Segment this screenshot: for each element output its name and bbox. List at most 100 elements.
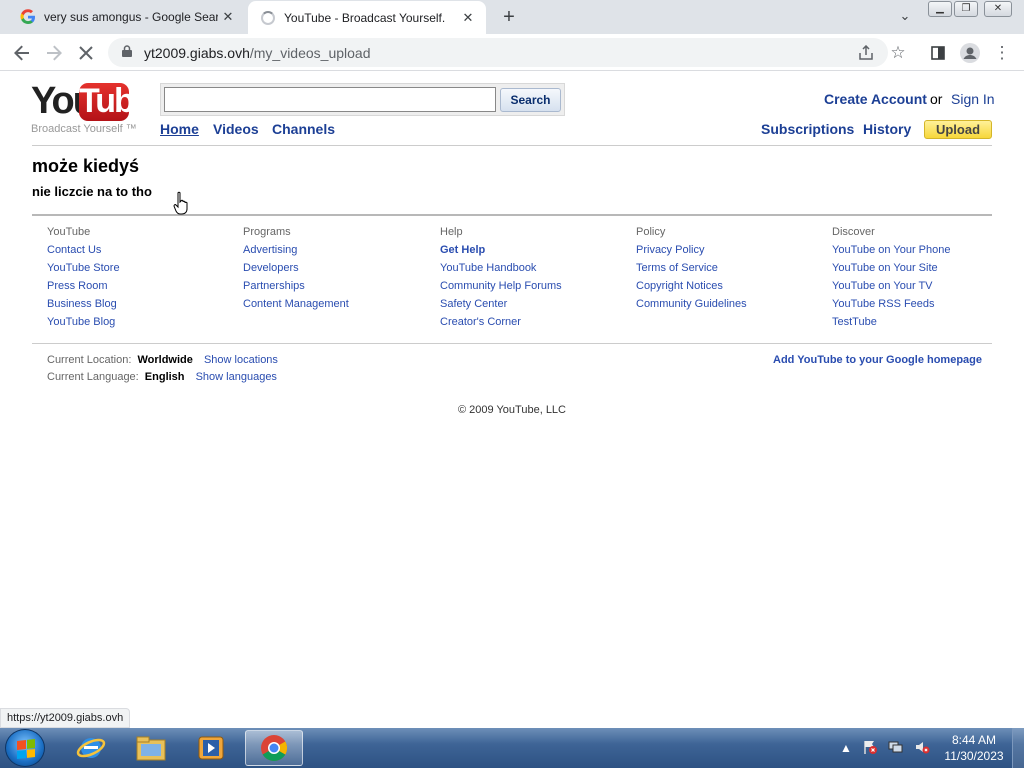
- subscriptions-link[interactable]: Subscriptions: [761, 121, 854, 137]
- footer-link-get-help[interactable]: Get Help: [440, 243, 562, 261]
- system-clock[interactable]: 8:44 AM 11/30/2023: [938, 732, 1010, 764]
- forward-icon[interactable]: [42, 41, 66, 65]
- footer-link-press-room[interactable]: Press Room: [47, 279, 120, 297]
- sign-in-link[interactable]: Sign In: [951, 91, 995, 107]
- footer-link-content-management[interactable]: Content Management: [243, 297, 349, 315]
- add-to-google-homepage-link[interactable]: Add YouTube to your Google homepage: [773, 354, 982, 366]
- footer-link-advertising[interactable]: Advertising: [243, 243, 349, 261]
- footer-column-head: Help: [440, 226, 463, 238]
- back-icon[interactable]: [10, 41, 34, 65]
- footer-link-terms-of-service[interactable]: Terms of Service: [636, 261, 747, 279]
- nav-home[interactable]: Home: [160, 121, 199, 137]
- header-divider: [32, 145, 992, 146]
- action-center-icon[interactable]: [862, 739, 878, 758]
- logo-tagline: Broadcast Yourself ™: [31, 123, 137, 135]
- menu-kebab-icon[interactable]: ⋮: [990, 41, 1014, 65]
- close-window-button[interactable]: ✕: [984, 1, 1012, 17]
- search-button[interactable]: Search: [500, 88, 561, 112]
- logo-tube: Tube: [79, 82, 152, 121]
- close-tab-icon[interactable]: ✕: [458, 8, 478, 28]
- footer-link-safety-center[interactable]: Safety Center: [440, 297, 562, 315]
- footer-column-policy: Policy Privacy Policy Terms of Service C…: [636, 225, 747, 315]
- lock-icon[interactable]: [122, 45, 134, 60]
- footer-link-youtube-on-site[interactable]: YouTube on Your Site: [832, 261, 950, 279]
- upload-button[interactable]: Upload: [924, 120, 992, 139]
- status-bar-url: https://yt2009.giabs.ovh: [0, 708, 131, 728]
- footer-column-programs: Programs Advertising Developers Partners…: [243, 225, 349, 315]
- show-hidden-icons-icon[interactable]: ▲: [840, 741, 852, 755]
- tab-title: YouTube - Broadcast Yourself.: [284, 10, 446, 25]
- tab-strip: very sus amongus - Google Search ✕ YouTu…: [0, 0, 1024, 34]
- footer-link-testtube[interactable]: TestTube: [832, 315, 950, 333]
- media-player-icon[interactable]: [182, 730, 240, 766]
- show-desktop-button[interactable]: [1012, 728, 1024, 768]
- file-explorer-icon[interactable]: [122, 730, 180, 766]
- footer-link-partnerships[interactable]: Partnerships: [243, 279, 349, 297]
- nav-videos[interactable]: Videos: [213, 121, 259, 137]
- hand-cursor-icon: [173, 191, 188, 215]
- tab-google-search[interactable]: very sus amongus - Google Search ✕: [8, 0, 246, 34]
- create-account-link[interactable]: Create Account: [824, 91, 927, 107]
- windows-taskbar: ▲ 8:44 AM 11/30/2023: [0, 728, 1024, 768]
- close-tab-icon[interactable]: ✕: [218, 7, 238, 27]
- current-location: Current Location: Worldwide Show locatio…: [47, 354, 278, 366]
- profile-avatar-icon[interactable]: [958, 41, 982, 65]
- minimize-button[interactable]: ▁: [928, 1, 952, 17]
- browser-toolbar: yt2009.giabs.ovh/my_videos_upload ☆ ⋮: [0, 34, 1024, 71]
- internet-explorer-icon[interactable]: [62, 730, 120, 766]
- clock-date: 11/30/2023: [944, 749, 1004, 763]
- footer-link-community-guidelines[interactable]: Community Guidelines: [636, 297, 747, 315]
- new-tab-button[interactable]: +: [498, 6, 520, 28]
- footer-link-developers[interactable]: Developers: [243, 261, 349, 279]
- stop-loading-icon[interactable]: [74, 41, 98, 65]
- volume-muted-icon[interactable]: [914, 739, 930, 758]
- footer-link-youtube-on-phone[interactable]: YouTube on Your Phone: [832, 243, 950, 261]
- footer-column-head: YouTube: [47, 226, 91, 238]
- footer-column-discover: Discover YouTube on Your Phone YouTube o…: [832, 225, 950, 333]
- system-tray: ▲: [840, 728, 940, 768]
- footer-link-privacy-policy[interactable]: Privacy Policy: [636, 243, 747, 261]
- google-icon: [20, 9, 36, 25]
- show-locations-link[interactable]: Show locations: [204, 354, 278, 366]
- footer-link-youtube-blog[interactable]: YouTube Blog: [47, 315, 120, 333]
- footer-column-youtube: YouTube Contact Us YouTube Store Press R…: [47, 225, 120, 333]
- current-language: Current Language: English Show languages: [47, 371, 277, 383]
- footer-link-youtube-store[interactable]: YouTube Store: [47, 261, 120, 279]
- language-label: Current Language:: [47, 371, 139, 383]
- start-button[interactable]: [5, 729, 45, 767]
- tab-title: very sus amongus - Google Search: [44, 10, 218, 24]
- or-text: or: [930, 91, 943, 107]
- bookmark-star-icon[interactable]: ☆: [886, 41, 910, 65]
- address-bar[interactable]: yt2009.giabs.ovh/my_videos_upload: [108, 38, 888, 67]
- share-icon[interactable]: [854, 41, 878, 65]
- footer-link-business-blog[interactable]: Business Blog: [47, 297, 120, 315]
- footer-link-community-help-forums[interactable]: Community Help Forums: [440, 279, 562, 297]
- location-value: Worldwide: [137, 354, 193, 366]
- clock-time: 8:44 AM: [951, 733, 997, 747]
- language-value: English: [144, 371, 185, 383]
- footer-column-head: Programs: [243, 226, 291, 238]
- network-icon[interactable]: [888, 739, 904, 758]
- loading-spinner-icon: [260, 10, 276, 26]
- web-page: You Tube Broadcast Yourself ™ Search Hom…: [0, 71, 1024, 728]
- history-link[interactable]: History: [863, 121, 911, 137]
- footer-link-contact-us[interactable]: Contact Us: [47, 243, 120, 261]
- tab-search-icon[interactable]: ⌄: [895, 8, 915, 26]
- footer-column-head: Discover: [832, 226, 875, 238]
- footer-link-copyright-notices[interactable]: Copyright Notices: [636, 279, 747, 297]
- page-heading: może kiedyś: [32, 156, 140, 176]
- search-input[interactable]: [164, 87, 496, 112]
- show-languages-link[interactable]: Show languages: [196, 371, 277, 383]
- url-path: /my_videos_upload: [249, 44, 371, 61]
- footer-column-head: Policy: [636, 226, 666, 238]
- footer-link-youtube-on-tv[interactable]: YouTube on Your TV: [832, 279, 950, 297]
- restore-button[interactable]: ❐: [954, 1, 978, 17]
- tab-youtube[interactable]: YouTube - Broadcast Yourself. ✕: [248, 1, 486, 34]
- footer-link-youtube-rss[interactable]: YouTube RSS Feeds: [832, 297, 950, 315]
- nav-channels[interactable]: Channels: [272, 121, 335, 137]
- page-subheading: nie liczcie na to tho: [32, 184, 152, 199]
- footer-link-creators-corner[interactable]: Creator's Corner: [440, 315, 562, 333]
- footer-link-youtube-handbook[interactable]: YouTube Handbook: [440, 261, 562, 279]
- side-panel-icon[interactable]: [926, 41, 950, 65]
- chrome-icon[interactable]: [245, 730, 303, 766]
